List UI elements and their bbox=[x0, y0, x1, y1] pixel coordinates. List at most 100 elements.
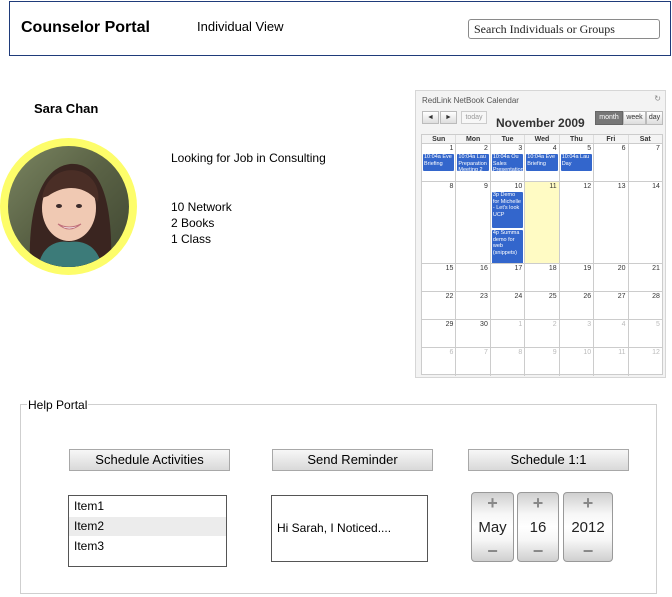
calendar-day-cell[interactable]: 3 bbox=[560, 320, 595, 347]
calendar-day-number: 25 bbox=[548, 293, 557, 300]
calendar-day-cell[interactable]: 28 bbox=[629, 292, 662, 319]
calendar-day-cell[interactable]: 13 bbox=[594, 182, 629, 263]
month-spinner[interactable]: + May − bbox=[471, 492, 514, 562]
calendar-day-cell[interactable]: 20 bbox=[594, 264, 629, 291]
calendar-day-cell[interactable]: 19 bbox=[560, 264, 595, 291]
list-item[interactable]: Item3 bbox=[69, 537, 226, 556]
increment-month-button[interactable]: + bbox=[472, 493, 513, 513]
calendar-day-cell[interactable]: 8 bbox=[491, 348, 526, 376]
app-title: Counselor Portal bbox=[21, 19, 150, 36]
calendar-week-row: 6 7 8 9 10 11 12 bbox=[422, 348, 662, 376]
weekday-label: Sat bbox=[639, 136, 651, 143]
search-input[interactable] bbox=[468, 19, 660, 39]
calendar-day-cell[interactable]: 7 bbox=[456, 348, 491, 376]
prev-month-button[interactable]: ◄ bbox=[422, 111, 439, 124]
decrement-month-button[interactable]: − bbox=[472, 541, 513, 561]
calendar-day-number: 10 bbox=[514, 183, 523, 190]
day-view-button[interactable]: day bbox=[646, 111, 663, 125]
network-count: 10 Network bbox=[171, 200, 232, 214]
calendar-day-cell[interactable]: 2 10:04a Lau Preparation Meeting 2 bbox=[456, 144, 491, 181]
month-value: May bbox=[478, 519, 507, 536]
calendar-day-cell[interactable]: 11 bbox=[594, 348, 629, 376]
calendar-day-cell[interactable]: 6 bbox=[594, 144, 629, 181]
calendar-day-cell[interactable]: 2 bbox=[525, 320, 560, 347]
calendar-day-cell[interactable]: 6 bbox=[422, 348, 457, 376]
calendar-day-cell[interactable]: 27 bbox=[594, 292, 629, 319]
month-view-button[interactable]: month bbox=[595, 111, 623, 125]
calendar-day-number: 29 bbox=[445, 321, 454, 328]
list-item[interactable]: Item2 bbox=[69, 517, 226, 536]
decrement-year-button[interactable]: − bbox=[564, 541, 612, 561]
calendar-day-number: 9 bbox=[483, 183, 488, 190]
calendar-day-number: 11 bbox=[549, 183, 557, 190]
calendar-event[interactable]: 10:04a Eve Briefing bbox=[526, 154, 558, 171]
calendar-day-cell[interactable]: 18 bbox=[525, 264, 560, 291]
calendar-day-cell[interactable]: 12 bbox=[629, 348, 662, 376]
calendar-day-number: 7 bbox=[483, 349, 488, 356]
calendar-day-cell[interactable]: 26 bbox=[560, 292, 595, 319]
calendar-day-cell[interactable]: 17 bbox=[491, 264, 526, 291]
calendar-day-cell[interactable]: 11 bbox=[525, 182, 560, 263]
calendar-day-number: 10 bbox=[583, 349, 592, 356]
class-count: 1 Class bbox=[171, 232, 212, 246]
calendar-event[interactable]: 10:04a Ou Sales Presentation bbox=[491, 154, 524, 171]
today-button[interactable]: today bbox=[461, 111, 487, 124]
calendar-day-number: 3 bbox=[587, 321, 592, 328]
schedule-one-on-one-button[interactable]: Schedule 1:1 bbox=[468, 449, 629, 471]
calendar-day-number: 27 bbox=[617, 293, 626, 300]
calendar-day-cell[interactable]: 1 10:04a Eve Briefing bbox=[422, 144, 457, 181]
calendar-day-cell[interactable]: 21 bbox=[629, 264, 662, 291]
increment-day-button[interactable]: + bbox=[518, 493, 558, 513]
week-view-button[interactable]: week bbox=[623, 111, 646, 125]
schedule-activities-button[interactable]: Schedule Activities bbox=[69, 449, 230, 471]
calendar-day-cell[interactable]: 4 bbox=[594, 320, 629, 347]
list-item[interactable]: Item1 bbox=[69, 497, 226, 516]
calendar-day-number: 1 bbox=[449, 145, 454, 152]
message-textarea[interactable]: Hi Sarah, I Noticed.... bbox=[271, 495, 428, 562]
calendar-day-cell[interactable]: 14 bbox=[629, 182, 662, 263]
calendar-day-cell[interactable]: 1 bbox=[491, 320, 526, 347]
calendar-day-cell[interactable]: 30 bbox=[456, 320, 491, 347]
send-reminder-button[interactable]: Send Reminder bbox=[272, 449, 433, 471]
calendar-day-cell[interactable]: 10 bbox=[560, 348, 595, 376]
calendar-day-cell[interactable]: 9 bbox=[525, 348, 560, 376]
calendar-day-cell[interactable]: 12 bbox=[560, 182, 595, 263]
calendar-day-cell[interactable]: 5 10:04a Lau Day bbox=[560, 144, 595, 181]
item-listbox[interactable]: Item1 Item2 Item3 bbox=[68, 495, 227, 567]
calendar-day-number: 20 bbox=[617, 265, 626, 272]
calendar-day-cell[interactable]: 4 10:04a Eve Briefing bbox=[525, 144, 560, 181]
calendar-day-cell[interactable]: 25 bbox=[525, 292, 560, 319]
calendar-day-number: 8 bbox=[449, 183, 454, 190]
decrement-day-button[interactable]: − bbox=[518, 541, 558, 561]
calendar-day-cell[interactable]: 29 bbox=[422, 320, 457, 347]
calendar-event[interactable]: 10:04a Eve Briefing bbox=[423, 154, 455, 171]
calendar-day-cell[interactable]: 7 bbox=[629, 144, 662, 181]
calendar-day-cell[interactable]: 16 bbox=[456, 264, 491, 291]
calendar-event[interactable]: 4p Summa demo for web (snippets) bbox=[491, 230, 524, 263]
calendar-day-number: 14 bbox=[652, 183, 660, 190]
app-header: Counselor Portal Individual View bbox=[9, 1, 671, 56]
calendar-event[interactable]: 10:04a Lau Preparation Meeting 2 bbox=[457, 154, 489, 171]
calendar-event[interactable]: 3p Demo for Michelle - Let's look UCP bbox=[491, 192, 524, 228]
calendar-day-number: 22 bbox=[445, 293, 454, 300]
refresh-icon[interactable]: ↻ bbox=[654, 94, 661, 103]
calendar-day-cell[interactable]: 9 bbox=[456, 182, 491, 263]
calendar-day-cell[interactable]: 5 bbox=[629, 320, 662, 347]
status-text: Looking for Job in Consulting bbox=[171, 151, 326, 165]
calendar-day-cell[interactable]: 8 bbox=[422, 182, 457, 263]
year-spinner[interactable]: + 2012 − bbox=[563, 492, 613, 562]
calendar-day-cell[interactable]: 15 bbox=[422, 264, 457, 291]
calendar-day-cell[interactable]: 22 bbox=[422, 292, 457, 319]
calendar-day-cell[interactable]: 23 bbox=[456, 292, 491, 319]
calendar-day-cell[interactable]: 24 bbox=[491, 292, 526, 319]
calendar-day-cell[interactable]: 10 3p Demo for Michelle - Let's look UCP 4… bbox=[491, 182, 526, 263]
books-count: 2 Books bbox=[171, 216, 215, 230]
calendar-week-row: 1 10:04a Eve Briefing 2 10:04a Lau Preparat… bbox=[422, 144, 662, 182]
calendar-day-cell[interactable]: 3 10:04a Ou Sales Presentation bbox=[491, 144, 526, 181]
calendar-event[interactable]: 10:04a Lau Day bbox=[560, 154, 593, 171]
next-month-button[interactable]: ► bbox=[440, 111, 457, 124]
day-spinner[interactable]: + 16 − bbox=[517, 492, 559, 562]
increment-year-button[interactable]: + bbox=[564, 493, 612, 513]
calendar-day-number: 7 bbox=[656, 145, 660, 152]
calendar-day-number: 2 bbox=[483, 145, 488, 152]
